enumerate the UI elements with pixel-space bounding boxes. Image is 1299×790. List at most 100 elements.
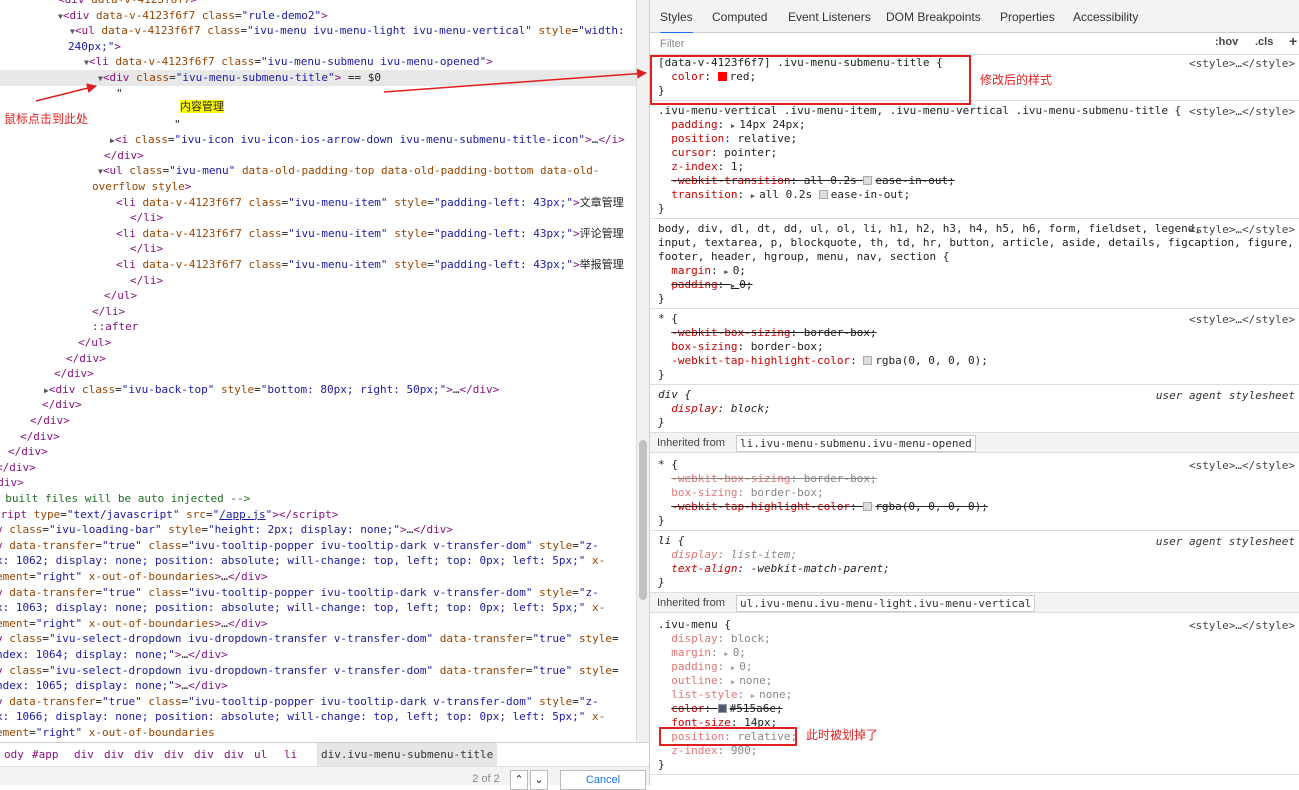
- dom-node-line[interactable]: v class="ivu-select-dropdown ivu-dropdow…: [0, 663, 636, 679]
- css-line[interactable]: -webkit-tap-highlight-color: rgba(0, 0, …: [658, 500, 988, 514]
- search-prev-button[interactable]: ⌃: [510, 770, 528, 790]
- dom-node-line[interactable]: ement="right" x-out-of-boundaries: [0, 725, 636, 741]
- css-line[interactable]: -webkit-transition: all 0.2s ease-in-out…: [658, 174, 955, 188]
- css-line[interactable]: }: [658, 758, 665, 772]
- rule-source-link[interactable]: user agent stylesheet: [1156, 389, 1295, 402]
- css-line[interactable]: transition: ▶ all 0.2s ease-in-out;: [658, 188, 910, 202]
- css-line[interactable]: margin: ▶ 0;: [658, 264, 746, 278]
- rule-source-link[interactable]: <style>…</style>: [1189, 459, 1295, 472]
- breadcrumb-item[interactable]: div: [160, 743, 188, 766]
- css-line[interactable]: }: [658, 368, 665, 382]
- dom-node-line[interactable]: </div>: [0, 475, 624, 491]
- cancel-button[interactable]: Cancel: [560, 770, 646, 790]
- elements-scrollbar[interactable]: [636, 0, 649, 742]
- rule-source-link[interactable]: <style>…</style>: [1189, 57, 1295, 70]
- css-line[interactable]: padding: ▶ 0;: [658, 278, 752, 292]
- dom-node-line[interactable]: <li data-v-4123f6f7 class="ivu-menu-item…: [0, 195, 636, 211]
- css-line[interactable]: }: [658, 202, 665, 216]
- dom-node-line[interactable]: ▶<div class="ivu-back-top" style="bottom…: [0, 382, 636, 398]
- css-line[interactable]: body, div, dl, dt, dd, ul, ol, li, h1, h…: [658, 222, 1201, 236]
- dom-node-line[interactable]: v class="ivu-select-dropdown ivu-dropdow…: [0, 631, 636, 647]
- dom-node-line[interactable]: <li data-v-4123f6f7 class="ivu-menu-item…: [0, 226, 636, 242]
- dom-node-line[interactable]: </div>: [0, 397, 636, 413]
- inherited-selector-link[interactable]: ul.ivu-menu.ivu-menu-light.ivu-menu-vert…: [736, 595, 1036, 612]
- css-line[interactable]: }: [658, 292, 665, 306]
- dom-node-line[interactable]: </li>: [0, 304, 636, 320]
- search-next-button[interactable]: ⌄: [530, 770, 548, 790]
- dom-node-line[interactable]: </ul>: [0, 335, 636, 351]
- css-line[interactable]: -webkit-box-sizing: border-box;: [658, 472, 876, 486]
- scrollbar-thumb[interactable]: [639, 440, 647, 600]
- dom-node-line[interactable]: </div>: [0, 366, 636, 382]
- dom-node-line[interactable]: </div>: [0, 351, 636, 367]
- dom-node-line[interactable]: ▼<li data-v-4123f6f7 class="ivu-menu-sub…: [0, 54, 636, 70]
- css-line[interactable]: div {: [658, 388, 691, 402]
- filter-input[interactable]: [658, 35, 1202, 53]
- css-line[interactable]: display: block;: [658, 632, 770, 646]
- dom-node-line[interactable]: ▼<ul data-v-4123f6f7 class="ivu-menu ivu…: [0, 23, 636, 39]
- dom-node-line[interactable]: </li>: [0, 210, 636, 226]
- tab-styles[interactable]: Styles: [660, 0, 693, 34]
- css-line[interactable]: color: #515a6e;: [658, 702, 782, 716]
- breadcrumb-item[interactable]: ody: [0, 743, 28, 766]
- css-line[interactable]: * {: [658, 312, 678, 326]
- css-line[interactable]: }: [658, 514, 665, 528]
- rule-source-link[interactable]: <style>…</style>: [1189, 105, 1295, 118]
- css-line[interactable]: input, textarea, p, blockquote, th, td, …: [658, 236, 1294, 250]
- add-rule-button[interactable]: +: [1289, 33, 1297, 49]
- css-line[interactable]: list-style: ▶ none;: [658, 688, 792, 702]
- css-line[interactable]: display: list-item;: [658, 548, 797, 562]
- tab-dom-breakpoints[interactable]: DOM Breakpoints: [886, 0, 981, 32]
- tab-computed[interactable]: Computed: [712, 0, 767, 32]
- tab-properties[interactable]: Properties: [1000, 0, 1055, 32]
- expand-icon[interactable]: ▶: [751, 692, 759, 700]
- css-line[interactable]: display: block;: [658, 402, 770, 416]
- css-line[interactable]: cursor: pointer;: [658, 146, 777, 160]
- dom-node-line[interactable]: ▼<div data-v-4123f6f7 class="rule-demo2"…: [0, 8, 636, 24]
- css-line[interactable]: li {: [658, 534, 685, 548]
- dom-node-line[interactable]: ::after: [0, 319, 636, 335]
- easing-icon[interactable]: [863, 176, 873, 185]
- css-line[interactable]: margin: ▶ 0;: [658, 646, 746, 660]
- cls-button[interactable]: .cls: [1255, 36, 1273, 48]
- dom-node-line[interactable]: v class="ivu-loading-bar" style="height:…: [0, 522, 636, 538]
- hov-button[interactable]: :hov: [1215, 36, 1238, 48]
- breadcrumb-item[interactable]: div.ivu-menu-submenu-title: [317, 743, 498, 766]
- color-swatch-icon[interactable]: [717, 704, 727, 713]
- dom-node-line[interactable]: v data-transfer="true" class="ivu-toolti…: [0, 694, 636, 710]
- dom-node-line[interactable]: cript type="text/javascript" src="/app.j…: [0, 507, 634, 523]
- dom-node-line[interactable]: - built files will be auto injected -->: [0, 491, 632, 507]
- breadcrumb-item[interactable]: div: [220, 743, 248, 766]
- breadcrumb-item[interactable]: #app: [28, 743, 63, 766]
- expand-icon[interactable]: ▶: [731, 282, 739, 290]
- css-line[interactable]: box-sizing: border-box;: [658, 340, 823, 354]
- dom-node-line[interactable]: </li>: [0, 273, 636, 289]
- css-line[interactable]: footer, header, hgroup, menu, nav, secti…: [658, 250, 949, 264]
- dom-node-line[interactable]: </div>: [0, 429, 636, 445]
- dom-node-line[interactable]: 240px;">: [0, 39, 636, 55]
- dom-node-line[interactable]: x: 1066; display: none; position: absolu…: [0, 709, 636, 725]
- easing-icon[interactable]: [818, 190, 828, 199]
- rule-source-link[interactable]: <style>…</style>: [1189, 223, 1295, 236]
- css-line[interactable]: }: [658, 416, 665, 430]
- breadcrumb-item[interactable]: li: [280, 743, 301, 766]
- expand-icon[interactable]: ▶: [751, 192, 759, 200]
- dom-node-line[interactable]: x: 1063; display: none; position: absolu…: [0, 600, 636, 616]
- dom-node-line[interactable]: </div>: [0, 413, 636, 429]
- dom-node-line[interactable]: v data-transfer="true" class="ivu-toolti…: [0, 538, 636, 554]
- css-line[interactable]: z-index: 1;: [658, 160, 744, 174]
- inherited-selector-link[interactable]: li.ivu-menu-submenu.ivu-menu-opened: [736, 435, 976, 452]
- css-line[interactable]: box-sizing: border-box;: [658, 486, 823, 500]
- css-line[interactable]: outline: ▶ none;: [658, 674, 772, 688]
- expand-icon[interactable]: ▶: [724, 268, 732, 276]
- css-line[interactable]: padding: ▶ 14px 24px;: [658, 118, 805, 132]
- expand-icon[interactable]: ▶: [731, 678, 739, 686]
- dom-node-line[interactable]: x: 1062; display: none; position: absolu…: [0, 553, 636, 569]
- color-swatch-icon[interactable]: [863, 356, 873, 365]
- expand-icon[interactable]: ▶: [724, 650, 732, 658]
- elements-panel[interactable]: <div data-v-4123f6f7>▼<div data-v-4123f6…: [0, 0, 636, 742]
- dom-node-selected[interactable]: ▼<div class="ivu-menu-submenu-title"> ==…: [0, 70, 636, 86]
- css-line[interactable]: padding: ▶ 0;: [658, 660, 752, 674]
- expand-icon[interactable]: ▶: [731, 664, 739, 672]
- breadcrumb-item[interactable]: div: [190, 743, 218, 766]
